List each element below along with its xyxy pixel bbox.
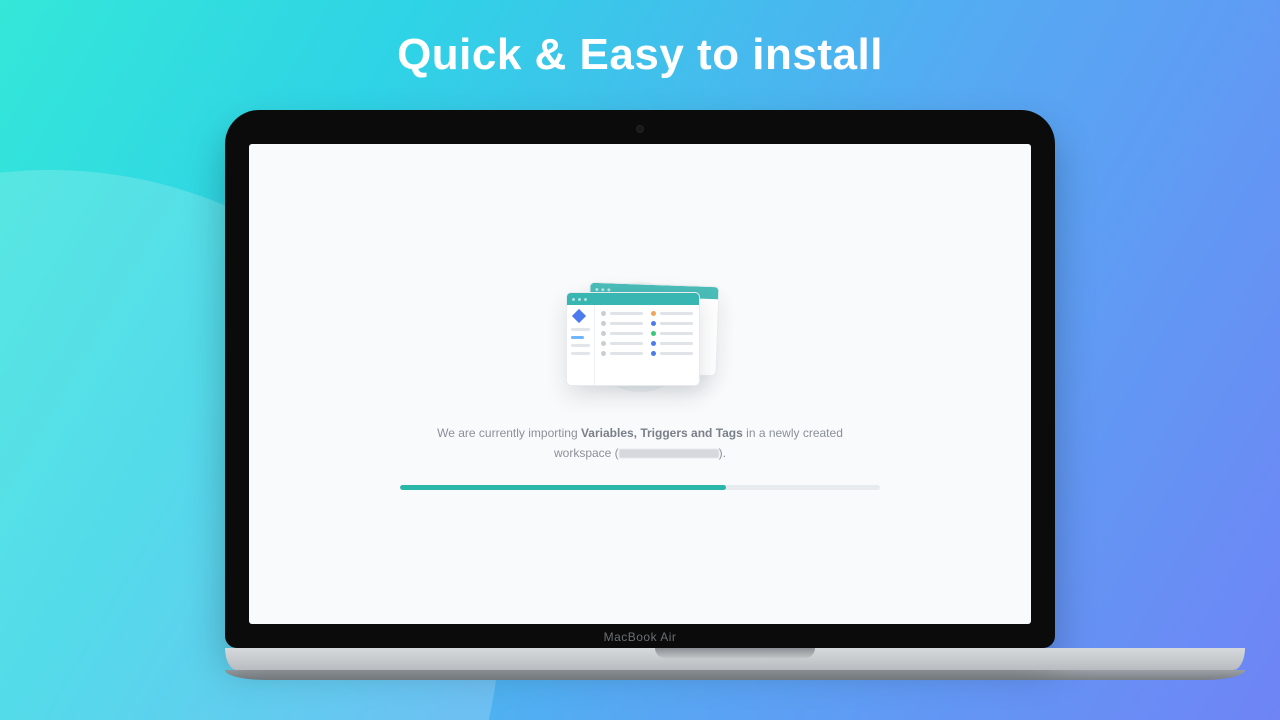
installer-app: We are currently importing Variables, Tr… [249, 144, 1031, 624]
headline: Quick & Easy to install [0, 30, 1280, 80]
import-illustration [560, 278, 720, 398]
status-text: We are currently importing Variables, Tr… [430, 424, 850, 462]
laptop-screen: We are currently importing Variables, Tr… [249, 144, 1031, 624]
card-sidebar [567, 305, 595, 385]
status-prefix: We are currently importing [437, 426, 581, 440]
laptop-foot [225, 670, 1245, 680]
laptop-lid: We are currently importing Variables, Tr… [225, 110, 1055, 648]
card-titlebar [567, 293, 699, 305]
status-suffix: ). [719, 446, 726, 460]
workspace-name-redacted [619, 449, 719, 458]
gtm-diamond-icon [572, 309, 586, 323]
progress-fill [400, 485, 726, 490]
laptop-base [225, 648, 1245, 670]
illustration-card-front [566, 292, 700, 386]
promo-stage: Quick & Easy to install [0, 0, 1280, 720]
card-body [567, 305, 699, 385]
laptop-mockup: We are currently importing Variables, Tr… [225, 110, 1055, 680]
status-strong: Variables, Triggers and Tags [581, 426, 743, 440]
progress-bar [400, 485, 880, 490]
camera-dot [636, 125, 644, 133]
card-rows [595, 305, 699, 385]
